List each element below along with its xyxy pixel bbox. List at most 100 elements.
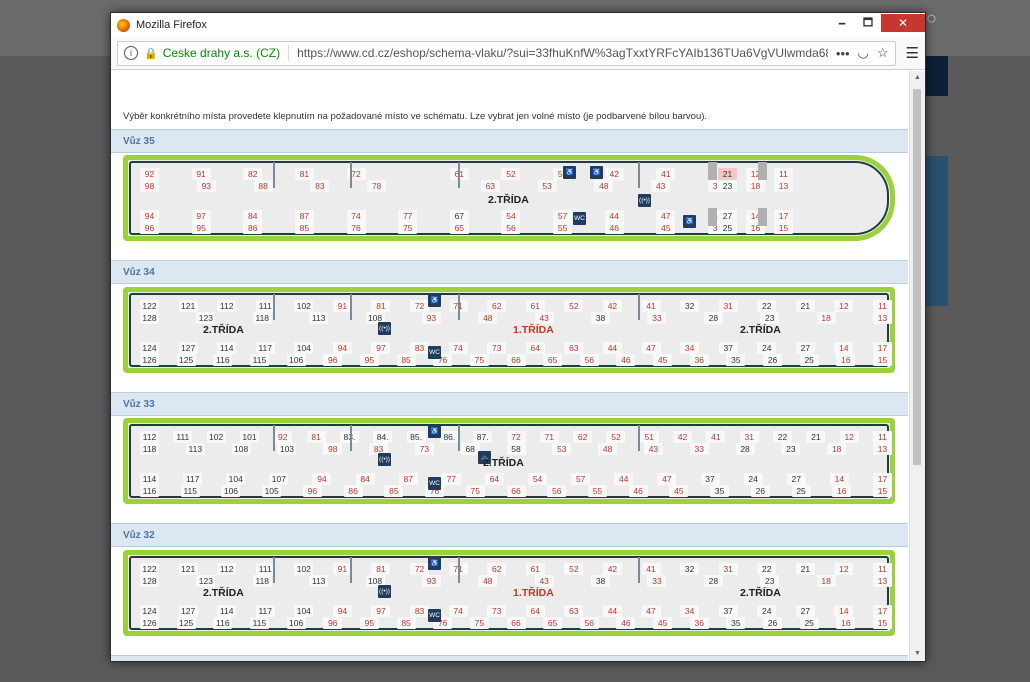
seat[interactable]: 23 <box>718 180 737 192</box>
seat[interactable]: 44 <box>614 473 634 485</box>
seat[interactable]: 26 <box>763 354 783 366</box>
seat[interactable]: 47 <box>657 473 677 485</box>
seat[interactable]: 63 <box>564 342 584 354</box>
seat[interactable]: 25 <box>791 485 811 497</box>
seat[interactable]: 42 <box>602 300 622 312</box>
seat[interactable]: 55 <box>553 222 573 234</box>
seat[interactable]: 54 <box>528 473 548 485</box>
seat[interactable]: 73 <box>487 342 507 354</box>
seat[interactable]: 21 <box>806 431 826 443</box>
seat[interactable]: 24 <box>757 342 777 354</box>
seat[interactable]: 28 <box>703 575 723 587</box>
seat[interactable]: 43 <box>534 312 554 324</box>
seat[interactable]: 47 <box>641 342 661 354</box>
seat[interactable]: 23 <box>760 575 780 587</box>
seat[interactable]: 42 <box>673 431 693 443</box>
seat[interactable]: 65 <box>449 222 469 234</box>
seat[interactable]: 112 <box>217 300 237 312</box>
seat[interactable]: 83 <box>410 342 430 354</box>
seat[interactable]: 31 <box>739 431 759 443</box>
page-info-icon[interactable]: i <box>124 46 138 60</box>
seat[interactable]: 91 <box>191 168 211 180</box>
seat[interactable]: 41 <box>641 300 661 312</box>
seat[interactable]: 45 <box>656 222 676 234</box>
seat[interactable]: 118 <box>140 443 159 455</box>
seat[interactable]: 35 <box>726 354 746 366</box>
seat[interactable]: 115 <box>249 354 269 366</box>
seat[interactable]: 118 <box>252 575 272 587</box>
seat[interactable]: 14 <box>834 342 854 354</box>
seat[interactable]: 126 <box>140 617 159 629</box>
seat[interactable]: 94 <box>332 605 352 617</box>
seat[interactable]: 15 <box>873 354 892 366</box>
seat[interactable]: 106 <box>221 485 241 497</box>
seat[interactable]: 94 <box>140 210 159 222</box>
seat[interactable]: 16 <box>836 617 856 629</box>
seat[interactable]: 26 <box>763 617 783 629</box>
seat[interactable]: 58 <box>506 443 526 455</box>
seat[interactable]: 72 <box>506 431 526 443</box>
seat[interactable]: 41 <box>641 563 661 575</box>
seat[interactable]: 87. <box>473 431 493 443</box>
seat[interactable]: 98 <box>140 180 159 192</box>
seat[interactable]: 74 <box>346 210 366 222</box>
seat[interactable]: 17 <box>873 605 892 617</box>
seat[interactable]: 117 <box>255 605 275 617</box>
seat[interactable]: 21 <box>795 300 815 312</box>
seat[interactable]: 15 <box>873 485 892 497</box>
seat[interactable]: 17 <box>774 210 793 222</box>
scroll-down-arrow-icon[interactable]: ▼ <box>910 647 925 661</box>
seat[interactable]: 102 <box>294 300 314 312</box>
seat[interactable]: 65 <box>543 354 563 366</box>
vertical-scrollbar[interactable]: ▲ ▼ <box>909 71 925 661</box>
seat[interactable]: 78 <box>367 180 387 192</box>
seat[interactable]: 16 <box>836 354 856 366</box>
seat[interactable]: 117 <box>183 473 203 485</box>
seat[interactable]: 108 <box>231 443 251 455</box>
seat[interactable]: 122 <box>140 563 159 575</box>
seat[interactable]: 104 <box>294 342 314 354</box>
seat[interactable]: 53 <box>537 180 557 192</box>
seat[interactable]: 106 <box>286 617 306 629</box>
seat[interactable]: 43 <box>651 180 671 192</box>
seat[interactable]: 64 <box>484 473 504 485</box>
seat[interactable]: 111 <box>255 563 275 575</box>
seat[interactable]: 85 <box>396 617 416 629</box>
seat[interactable]: 51 <box>639 431 659 443</box>
seat[interactable]: 62 <box>487 563 507 575</box>
seat[interactable]: 116 <box>213 617 233 629</box>
seat[interactable]: 113 <box>309 575 329 587</box>
seat[interactable]: 12 <box>834 563 854 575</box>
seat[interactable]: 81 <box>371 300 391 312</box>
seat[interactable]: 74 <box>448 342 468 354</box>
seat[interactable]: 87 <box>398 473 418 485</box>
seat[interactable]: 22 <box>757 563 777 575</box>
seat[interactable]: 41 <box>706 431 726 443</box>
seat[interactable]: 114 <box>217 605 237 617</box>
seat[interactable]: 121 <box>178 563 198 575</box>
seat[interactable]: 46 <box>616 617 636 629</box>
seat[interactable]: 93 <box>196 180 216 192</box>
seat[interactable]: 102 <box>294 563 314 575</box>
seat[interactable]: 11 <box>873 431 892 443</box>
seat[interactable]: 17 <box>873 342 892 354</box>
seat[interactable]: 28 <box>735 443 755 455</box>
seat[interactable]: 94 <box>332 342 352 354</box>
seat[interactable]: 37 <box>700 473 720 485</box>
seat[interactable]: 97 <box>371 605 391 617</box>
seat[interactable]: 125 <box>176 354 196 366</box>
seat[interactable]: 52 <box>606 431 626 443</box>
seat[interactable]: 75 <box>469 354 489 366</box>
seat[interactable]: 27 <box>718 210 737 222</box>
seat[interactable]: 25 <box>799 617 819 629</box>
seat[interactable]: 104 <box>294 605 314 617</box>
seat[interactable]: 115 <box>249 617 269 629</box>
seat[interactable]: 24 <box>743 473 763 485</box>
seat[interactable]: 125 <box>176 617 196 629</box>
seat[interactable]: 83 <box>410 605 430 617</box>
seat[interactable]: 45 <box>669 485 689 497</box>
seat[interactable]: 73 <box>487 605 507 617</box>
seat[interactable]: 35 <box>710 485 730 497</box>
bookmark-star-icon[interactable]: ☆ <box>877 45 889 61</box>
seat[interactable]: 26 <box>750 485 770 497</box>
